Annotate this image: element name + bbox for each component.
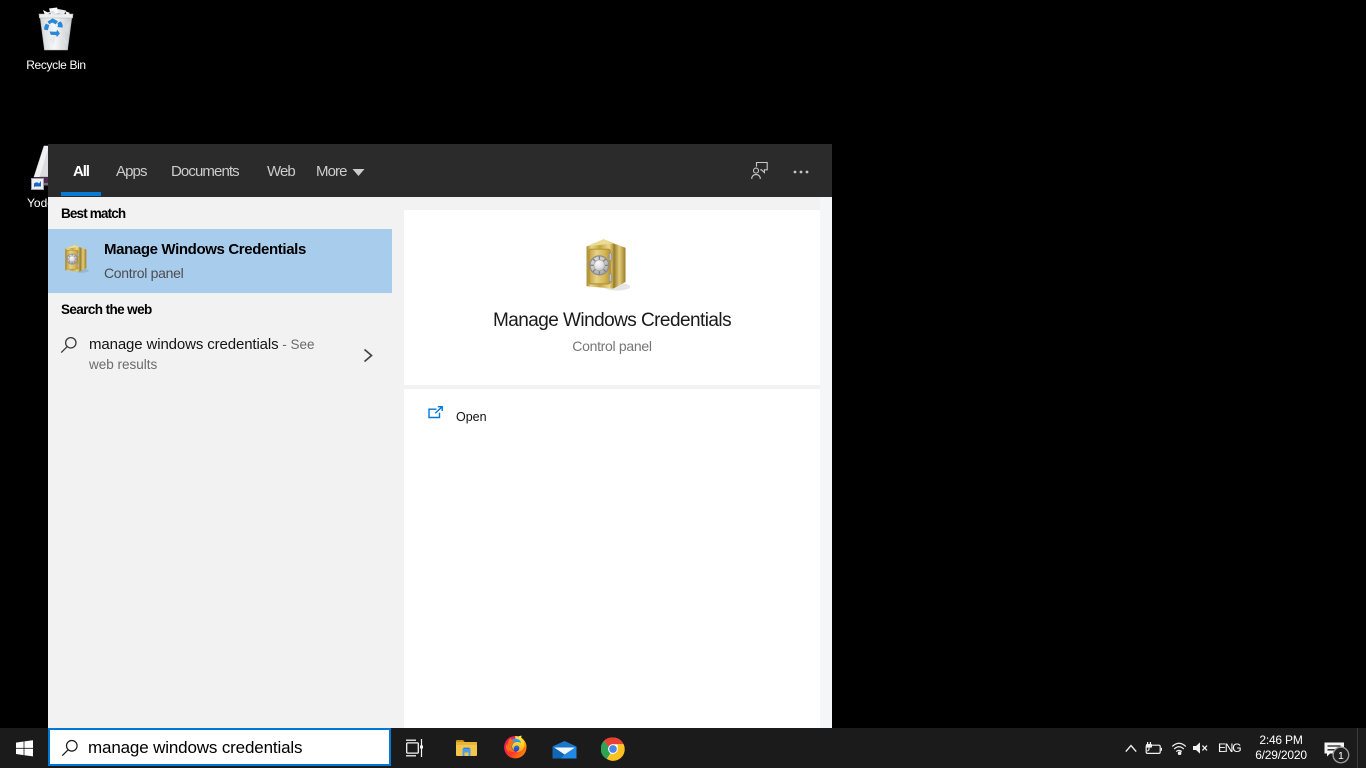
svg-text:1: 1 — [1338, 750, 1344, 762]
